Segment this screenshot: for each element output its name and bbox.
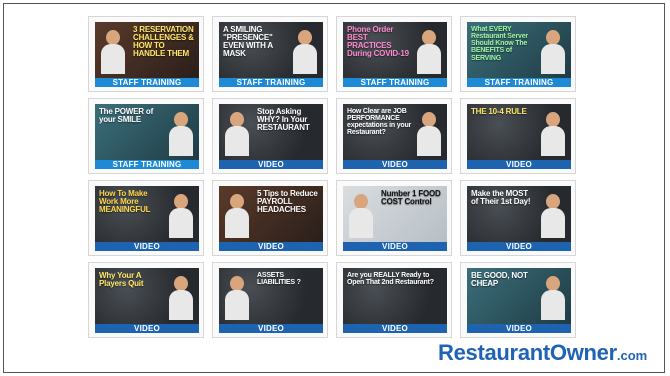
staff-training-label: STAFF TRAINING <box>467 78 571 87</box>
video-title: Phone Order BEST PRACTICES During COVID-… <box>347 25 409 59</box>
video-title: 5 Tips to Reduce PAYROLL HEADACHES <box>257 189 318 215</box>
video-title: Number 1 FOOD COST Control <box>381 189 441 207</box>
video-title: Stop Asking WHY? In Your RESTAURANT <box>257 107 310 133</box>
video-thumbnail: The POWER of your SMILE STAFF TRAINING <box>95 104 199 169</box>
restaurantowner-logo[interactable]: RestaurantOwner.com <box>438 340 658 370</box>
video-label: VIDEO <box>343 242 447 251</box>
video-grid: 3 RESERVATION CHALLENGES & HOW TO HANDLE… <box>88 16 576 338</box>
video-thumbnail: 3 RESERVATION CHALLENGES & HOW TO HANDLE… <box>95 22 199 87</box>
video-card-assets-liabilities[interactable]: ASSETS LIABILITIES ? VIDEO <box>212 262 328 338</box>
presenter-image <box>541 276 565 320</box>
video-title: ASSETS LIABILITIES ? <box>257 272 301 287</box>
video-label: VIDEO <box>343 324 447 333</box>
video-card-10-4-rule[interactable]: THE 10-4 RULE VIDEO <box>460 98 576 174</box>
video-thumbnail: ASSETS LIABILITIES ? VIDEO <box>219 268 323 333</box>
video-thumbnail: Why Your A Players Quit VIDEO <box>95 268 199 333</box>
staff-training-label: STAFF TRAINING <box>95 160 199 169</box>
staff-training-label: STAFF TRAINING <box>95 78 199 87</box>
video-title: 3 RESERVATION CHALLENGES & HOW TO HANDLE… <box>133 25 194 59</box>
presenter-image <box>225 194 249 238</box>
video-card-first-day[interactable]: Make the MOST of Their 1st Day! VIDEO <box>460 180 576 256</box>
video-thumbnail: Stop Asking WHY? In Your RESTAURANT VIDE… <box>219 104 323 169</box>
video-title: Make the MOST of Their 1st Day! <box>471 189 531 207</box>
video-title: How Clear are JOB PERFORMANCE expectatio… <box>347 108 412 137</box>
video-card-second-restaurant[interactable]: Are you REALLY Ready to Open That 2nd Re… <box>336 262 452 338</box>
video-card-stop-asking-why[interactable]: Stop Asking WHY? In Your RESTAURANT VIDE… <box>212 98 328 174</box>
video-title: A SMILING "PRESENCE" EVEN WITH A MASK <box>223 25 273 59</box>
video-label: VIDEO <box>219 242 323 251</box>
video-card-a-players-quit[interactable]: Why Your A Players Quit VIDEO <box>88 262 204 338</box>
video-card-be-good-not-cheap[interactable]: BE GOOD, NOT CHEAP VIDEO <box>460 262 576 338</box>
video-thumbnail: Are you REALLY Ready to Open That 2nd Re… <box>343 268 447 333</box>
video-label: VIDEO <box>95 242 199 251</box>
video-thumbnail: How To Make Work More MEANINGFUL VIDEO <box>95 186 199 251</box>
presenter-image <box>349 194 373 238</box>
video-thumbnail: Phone Order BEST PRACTICES During COVID-… <box>343 22 447 87</box>
video-title: BE GOOD, NOT CHEAP <box>471 271 528 289</box>
presenter-image <box>169 112 193 156</box>
presenter-image <box>225 112 249 156</box>
video-title: Are you REALLY Ready to Open That 2nd Re… <box>347 272 434 287</box>
video-title: Why Your A Players Quit <box>99 271 144 289</box>
presenter-image <box>293 30 317 74</box>
video-label: VIDEO <box>343 160 447 169</box>
presenter-image <box>541 194 565 238</box>
video-thumbnail: Make the MOST of Their 1st Day! VIDEO <box>467 186 571 251</box>
video-card-benefits-of-serving[interactable]: What EVERY Restaurant Server Should Know… <box>460 16 576 92</box>
presenter-image <box>169 194 193 238</box>
video-thumbnail: 5 Tips to Reduce PAYROLL HEADACHES VIDEO <box>219 186 323 251</box>
video-label: VIDEO <box>467 160 571 169</box>
video-card-food-cost-control[interactable]: Number 1 FOOD COST Control VIDEO <box>336 180 452 256</box>
video-label: VIDEO <box>219 160 323 169</box>
video-card-smiling-presence[interactable]: A SMILING "PRESENCE" EVEN WITH A MASK ST… <box>212 16 328 92</box>
presenter-image <box>417 112 441 156</box>
presenter-image <box>169 276 193 320</box>
video-label: VIDEO <box>219 324 323 333</box>
video-card-payroll-headaches[interactable]: 5 Tips to Reduce PAYROLL HEADACHES VIDEO <box>212 180 328 256</box>
video-card-phone-order[interactable]: Phone Order BEST PRACTICES During COVID-… <box>336 16 452 92</box>
video-card-reservation-challenges[interactable]: 3 RESERVATION CHALLENGES & HOW TO HANDLE… <box>88 16 204 92</box>
video-card-meaningful-work[interactable]: How To Make Work More MEANINGFUL VIDEO <box>88 180 204 256</box>
logo-wordmark: RestaurantOwner <box>438 340 617 365</box>
presenter-image <box>417 30 441 74</box>
staff-training-label: STAFF TRAINING <box>343 78 447 87</box>
presenter-image <box>101 30 125 74</box>
video-title: What EVERY Restaurant Server Should Know… <box>471 26 528 62</box>
video-thumbnail: A SMILING "PRESENCE" EVEN WITH A MASK ST… <box>219 22 323 87</box>
presenter-image <box>541 112 565 156</box>
video-thumbnail: What EVERY Restaurant Server Should Know… <box>467 22 571 87</box>
video-thumbnail: THE 10-4 RULE VIDEO <box>467 104 571 169</box>
video-thumbnail: Number 1 FOOD COST Control VIDEO <box>343 186 447 251</box>
video-title: THE 10-4 RULE <box>471 107 527 116</box>
video-thumbnail: BE GOOD, NOT CHEAP VIDEO <box>467 268 571 333</box>
logo-suffix: .com <box>616 348 648 363</box>
video-thumbnail: How Clear are JOB PERFORMANCE expectatio… <box>343 104 447 169</box>
video-label: VIDEO <box>95 324 199 333</box>
video-card-power-of-smile[interactable]: The POWER of your SMILE STAFF TRAINING <box>88 98 204 174</box>
video-label: VIDEO <box>467 242 571 251</box>
video-title: The POWER of your SMILE <box>99 107 154 125</box>
video-title: How To Make Work More MEANINGFUL <box>99 189 151 215</box>
video-label: VIDEO <box>467 324 571 333</box>
staff-training-label: STAFF TRAINING <box>219 78 323 87</box>
video-card-job-performance[interactable]: How Clear are JOB PERFORMANCE expectatio… <box>336 98 452 174</box>
presenter-image <box>541 30 565 74</box>
presenter-image <box>225 276 249 320</box>
